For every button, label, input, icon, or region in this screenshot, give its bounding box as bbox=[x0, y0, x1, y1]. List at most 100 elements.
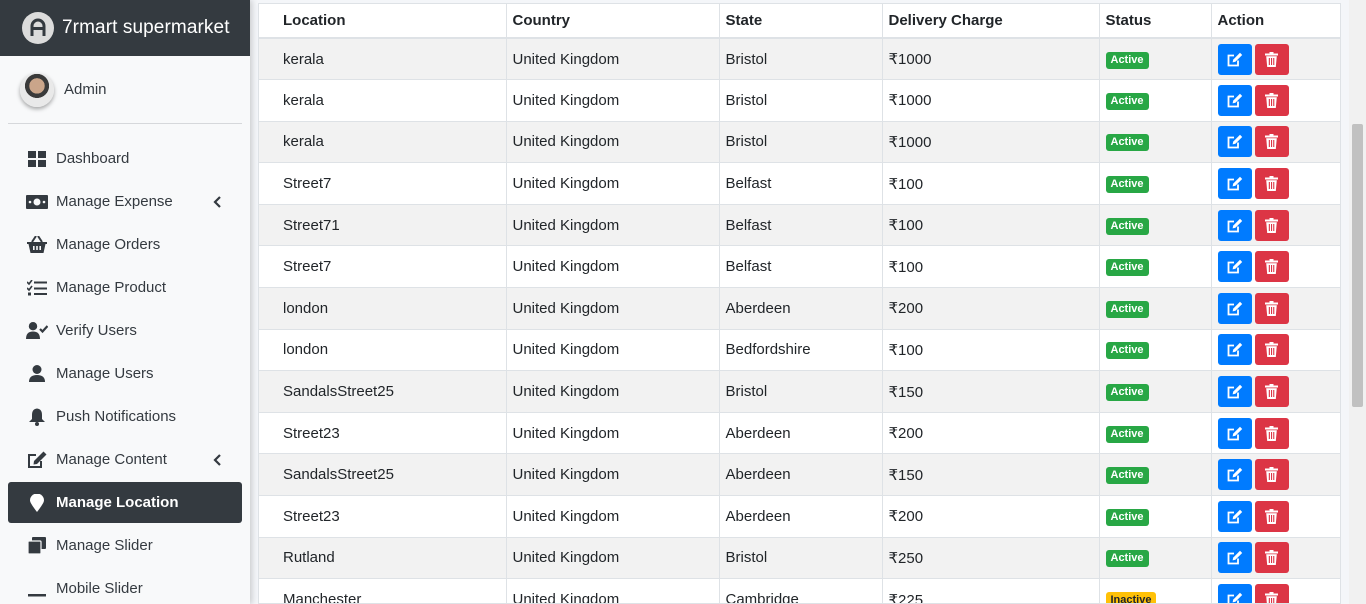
trash-icon bbox=[1265, 134, 1278, 150]
scrollbar-thumb[interactable] bbox=[1352, 124, 1363, 407]
delivery-charge-cell: ₹100 bbox=[882, 245, 1100, 288]
status-badge[interactable]: Active bbox=[1105, 508, 1149, 526]
brand-name: 7rmart supermarket bbox=[62, 17, 230, 38]
sidebar-item-manage-orders[interactable]: Manage Orders bbox=[8, 224, 242, 265]
column-header-status[interactable]: Status bbox=[1099, 4, 1212, 39]
delete-button[interactable] bbox=[1254, 542, 1289, 574]
brand-link[interactable]: 7rmart supermarket bbox=[0, 0, 250, 56]
edit-button[interactable] bbox=[1217, 334, 1252, 366]
slider-icon bbox=[26, 536, 48, 556]
delete-button[interactable] bbox=[1254, 251, 1289, 283]
country-cell: United Kingdom bbox=[506, 536, 720, 579]
status-badge[interactable]: Active bbox=[1105, 51, 1149, 69]
location-cell: Street23 bbox=[259, 495, 507, 538]
status-badge[interactable]: Active bbox=[1105, 425, 1149, 443]
sidebar-item-mobile-slider[interactable]: Mobile Slider bbox=[8, 568, 242, 604]
delete-button[interactable] bbox=[1254, 584, 1289, 603]
edit-icon bbox=[1227, 301, 1243, 316]
edit-button[interactable] bbox=[1217, 168, 1252, 200]
table-row: SandalsStreet25 United Kingdom Aberdeen ₹15… bbox=[259, 453, 1340, 496]
location-table-card: Location Country State Delivery Charge Statu… bbox=[258, 3, 1341, 604]
sidebar-item-manage-slider[interactable]: Manage Slider bbox=[8, 525, 242, 566]
sidebar-item-dashboard[interactable]: Dashboard bbox=[8, 138, 242, 179]
status-badge[interactable]: Active bbox=[1105, 217, 1149, 235]
column-header-action[interactable]: Action bbox=[1211, 4, 1340, 39]
edit-button[interactable] bbox=[1217, 459, 1252, 491]
edit-button[interactable] bbox=[1217, 417, 1252, 449]
column-header-state[interactable]: State bbox=[719, 4, 883, 39]
list-check-icon bbox=[26, 278, 48, 298]
sidebar-item-push-notifications[interactable]: Push Notifications bbox=[8, 396, 242, 437]
user-panel[interactable]: Admin bbox=[8, 56, 242, 124]
column-header-delivery-charge[interactable]: Delivery Charge bbox=[882, 4, 1100, 39]
delivery-charge-cell: ₹100 bbox=[882, 328, 1100, 371]
location-cell: kerala bbox=[259, 79, 507, 122]
delete-button[interactable] bbox=[1254, 500, 1289, 532]
location-cell: Manchester bbox=[259, 578, 507, 603]
sidebar-item-label: Manage Slider bbox=[56, 537, 153, 554]
column-header-country[interactable]: Country bbox=[506, 4, 720, 39]
state-cell: Bristol bbox=[719, 370, 883, 413]
delete-button[interactable] bbox=[1254, 84, 1289, 116]
edit-button[interactable] bbox=[1217, 209, 1252, 241]
table-row: Street23 United Kingdom Aberdeen ₹200 Active bbox=[259, 411, 1340, 454]
status-badge[interactable]: Active bbox=[1105, 384, 1149, 402]
delete-button[interactable] bbox=[1254, 43, 1289, 75]
edit-icon bbox=[26, 450, 48, 470]
edit-button[interactable] bbox=[1217, 126, 1252, 158]
state-cell: Aberdeen bbox=[719, 453, 883, 496]
edit-button[interactable] bbox=[1217, 292, 1252, 324]
edit-button[interactable] bbox=[1217, 542, 1252, 574]
status-badge[interactable]: Active bbox=[1105, 300, 1149, 318]
state-cell: Bristol bbox=[719, 120, 883, 163]
trash-icon bbox=[1265, 508, 1278, 524]
column-header-location[interactable]: Location bbox=[259, 4, 507, 39]
status-cell: Active bbox=[1099, 162, 1212, 205]
country-cell: United Kingdom bbox=[506, 287, 720, 330]
user-name: Admin bbox=[64, 81, 107, 98]
status-badge[interactable]: Active bbox=[1105, 550, 1149, 568]
delete-button[interactable] bbox=[1254, 417, 1289, 449]
sidebar-item-label: Manage Expense bbox=[56, 193, 173, 210]
sidebar-item-manage-location[interactable]: Manage Location bbox=[8, 482, 242, 523]
state-cell: Aberdeen bbox=[719, 411, 883, 454]
delete-button[interactable] bbox=[1254, 376, 1289, 408]
sidebar-item-manage-product[interactable]: Manage Product bbox=[8, 267, 242, 308]
country-cell: United Kingdom bbox=[506, 203, 720, 246]
sidebar-item-manage-content[interactable]: Manage Content bbox=[8, 439, 242, 480]
edit-button[interactable] bbox=[1217, 84, 1252, 116]
delete-button[interactable] bbox=[1254, 292, 1289, 324]
delivery-charge-cell: ₹1000 bbox=[882, 79, 1100, 122]
trash-icon bbox=[1265, 592, 1278, 603]
delete-button[interactable] bbox=[1254, 168, 1289, 200]
edit-icon bbox=[1227, 93, 1243, 108]
delete-button[interactable] bbox=[1254, 334, 1289, 366]
delete-button[interactable] bbox=[1254, 209, 1289, 241]
edit-button[interactable] bbox=[1217, 43, 1252, 75]
edit-icon bbox=[1227, 550, 1243, 565]
page-scrollbar[interactable] bbox=[1349, 0, 1366, 604]
edit-button[interactable] bbox=[1217, 376, 1252, 408]
status-badge[interactable]: Active bbox=[1105, 259, 1149, 277]
sidebar-item-manage-expense[interactable]: Manage Expense bbox=[8, 181, 242, 222]
action-cell bbox=[1211, 245, 1340, 288]
country-cell: United Kingdom bbox=[506, 370, 720, 413]
edit-button[interactable] bbox=[1217, 584, 1252, 603]
edit-button[interactable] bbox=[1217, 500, 1252, 532]
edit-button[interactable] bbox=[1217, 251, 1252, 283]
status-badge[interactable]: Active bbox=[1105, 342, 1149, 360]
status-badge[interactable]: Inactive bbox=[1105, 592, 1157, 603]
status-badge[interactable]: Active bbox=[1105, 92, 1149, 110]
sidebar-item-label: Manage Orders bbox=[56, 236, 161, 253]
sidebar-item-manage-users[interactable]: Manage Users bbox=[8, 353, 242, 394]
country-cell: United Kingdom bbox=[506, 37, 720, 80]
status-badge[interactable]: Active bbox=[1105, 467, 1149, 485]
status-badge[interactable]: Active bbox=[1105, 176, 1149, 194]
delete-button[interactable] bbox=[1254, 459, 1289, 491]
sidebar-item-verify-users[interactable]: Verify Users bbox=[8, 310, 242, 351]
status-cell: Inactive bbox=[1099, 578, 1212, 603]
table-row: kerala United Kingdom Bristol ₹1000 Active bbox=[259, 120, 1340, 163]
delete-button[interactable] bbox=[1254, 126, 1289, 158]
status-badge[interactable]: Active bbox=[1105, 134, 1149, 152]
location-cell: london bbox=[259, 328, 507, 371]
